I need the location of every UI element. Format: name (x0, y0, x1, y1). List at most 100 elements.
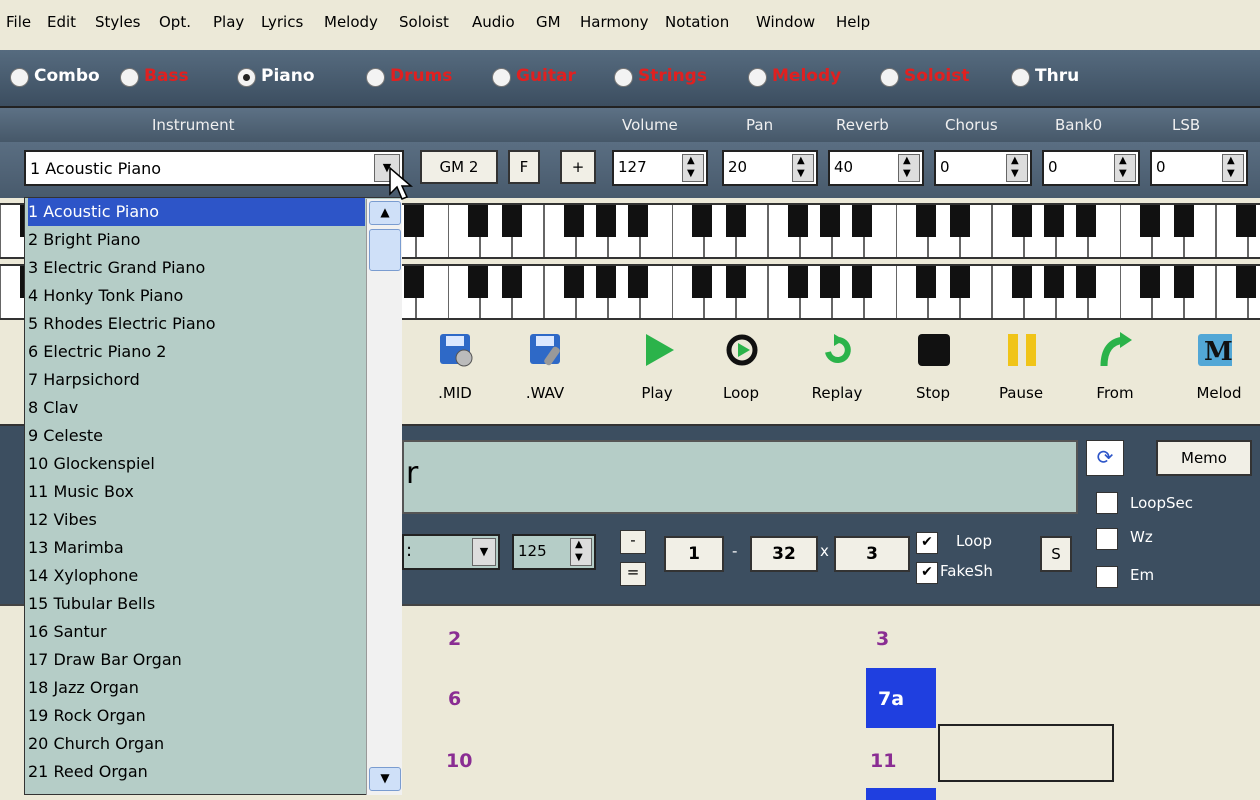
end-bar-button[interactable]: 32 (750, 536, 818, 572)
menu-melody[interactable]: Melody (324, 13, 378, 31)
loop-button[interactable]: Loop (706, 332, 776, 420)
tempo-minus-button[interactable]: - (620, 530, 646, 554)
list-item[interactable]: 5 Rhodes Electric Piano (28, 310, 365, 338)
menu-gm[interactable]: GM (536, 13, 561, 31)
list-item[interactable]: 21 Reed Organ (28, 758, 365, 786)
list-item[interactable]: 3 Electric Grand Piano (28, 254, 365, 282)
play-icon (646, 334, 674, 366)
em-checkbox[interactable] (1096, 566, 1118, 588)
list-item[interactable]: 7 Harpsichord (28, 366, 365, 394)
chorus-spinner[interactable]: 0 (934, 150, 1032, 186)
repeats-button[interactable]: 3 (834, 536, 910, 572)
save-mid-button[interactable]: .MID (420, 332, 490, 420)
pan-label: Pan (746, 116, 774, 134)
list-item[interactable]: 12 Vibes (28, 506, 365, 534)
refresh-icon[interactable]: ⟳ (1086, 440, 1124, 476)
loop-checkbox[interactable]: ✔ (916, 532, 938, 554)
pause-button[interactable]: Pause (986, 332, 1056, 420)
save-wav-button[interactable]: .WAV (510, 332, 580, 420)
list-item[interactable]: 11 Music Box (28, 478, 365, 506)
menu-audio[interactable]: Audio (472, 13, 515, 31)
chevron-up-icon[interactable]: ▲ (369, 201, 401, 225)
wz-label: Wz (1130, 528, 1153, 546)
spin-arrows-icon[interactable] (682, 154, 704, 182)
menu-window[interactable]: Window (756, 13, 815, 31)
current-cell-highlight[interactable] (938, 724, 1114, 782)
lsb-spinner[interactable]: 0 (1150, 150, 1248, 186)
replay-button[interactable]: Replay (802, 332, 872, 420)
mixer-header-row: Instrument Volume Pan Reverb Chorus Bank… (0, 108, 1260, 142)
instrument-label: Instrument (152, 116, 235, 134)
tempo-spinner[interactable]: 125 (512, 534, 596, 570)
instrument-combobox[interactable]: 1 Acoustic Piano ▼ (24, 150, 404, 186)
chevron-down-icon[interactable]: ▼ (472, 538, 496, 566)
bank0-spinner[interactable]: 0 (1042, 150, 1140, 186)
list-item[interactable]: 8 Clav (28, 394, 365, 422)
spin-arrows-icon[interactable] (792, 154, 814, 182)
f-button[interactable]: F (508, 150, 540, 184)
menu-help[interactable]: Help (836, 13, 870, 31)
part-marker (866, 788, 936, 800)
start-bar-button[interactable]: 1 (664, 536, 724, 572)
list-item[interactable]: 19 Rock Organ (28, 702, 365, 730)
list-item[interactable]: 13 Marimba (28, 534, 365, 562)
spin-arrows-icon[interactable] (1222, 154, 1244, 182)
style-combobox[interactable]: : ▼ (402, 534, 500, 570)
list-item[interactable]: 16 Santur (28, 618, 365, 646)
play-button[interactable]: Play (622, 332, 692, 420)
wz-checkbox[interactable] (1096, 528, 1118, 550)
fakesheet-checkbox[interactable]: ✔ (916, 562, 938, 584)
menu-styles[interactable]: Styles (95, 13, 141, 31)
list-item[interactable]: 6 Electric Piano 2 (28, 338, 365, 366)
bar-number: 10 (446, 750, 473, 772)
list-item[interactable]: 14 Xylophone (28, 562, 365, 590)
menu-lyrics[interactable]: Lyrics (261, 13, 303, 31)
tempo-reset-button[interactable]: = (620, 562, 646, 586)
list-item[interactable]: 20 Church Organ (28, 730, 365, 758)
memo-button[interactable]: Memo (1156, 440, 1252, 476)
list-item[interactable]: 15 Tubular Bells (28, 590, 365, 618)
lsb-label: LSB (1172, 116, 1201, 134)
gm2-button[interactable]: GM 2 (420, 150, 498, 184)
spin-arrows-icon[interactable] (898, 154, 920, 182)
menu-edit[interactable]: Edit (47, 13, 76, 31)
range-dash: - (732, 542, 738, 560)
list-item[interactable]: 1 Acoustic Piano (28, 198, 365, 226)
chevron-down-icon[interactable]: ▼ (369, 767, 401, 791)
menu-play[interactable]: Play (213, 13, 244, 31)
radio-selected-icon (237, 68, 256, 87)
loop-checkbox-label: Loop (956, 532, 992, 550)
pan-spinner[interactable]: 20 (722, 150, 818, 186)
list-item[interactable]: 9 Celeste (28, 422, 365, 450)
list-item[interactable]: 17 Draw Bar Organ (28, 646, 365, 674)
play-from-button[interactable]: From (1080, 332, 1150, 420)
menu-harmony[interactable]: Harmony (580, 13, 649, 31)
volume-spinner[interactable]: 127 (612, 150, 708, 186)
menu-notation[interactable]: Notation (665, 13, 729, 31)
bar-number: 6 (448, 688, 462, 710)
song-title-field[interactable]: r (402, 440, 1078, 514)
scroll-thumb[interactable] (369, 229, 401, 271)
loop-icon (726, 334, 758, 366)
menu-opt[interactable]: Opt. (159, 13, 191, 31)
loopsec-checkbox[interactable] (1096, 492, 1118, 514)
melodist-button[interactable]: M Melod (1178, 332, 1260, 420)
instrument-value: 1 Acoustic Piano (30, 159, 162, 178)
bar-number-part-marker: 7a (878, 688, 905, 710)
plus-button[interactable]: + (560, 150, 596, 184)
list-item[interactable]: 18 Jazz Organ (28, 674, 365, 702)
spin-arrows-icon[interactable] (1006, 154, 1028, 182)
list-item[interactable]: 4 Honky Tonk Piano (28, 282, 365, 310)
menu-soloist[interactable]: Soloist (399, 13, 449, 31)
reverb-spinner[interactable]: 40 (828, 150, 924, 186)
spin-arrows-icon[interactable] (1114, 154, 1136, 182)
list-item[interactable]: 2 Bright Piano (28, 226, 365, 254)
dropdown-scrollbar[interactable]: ▲ ▼ (366, 199, 402, 795)
list-item[interactable]: 10 Glockenspiel (28, 450, 365, 478)
s-button[interactable]: S (1040, 536, 1072, 572)
menu-file[interactable]: File (6, 13, 31, 31)
spin-arrows-icon[interactable] (570, 538, 592, 566)
bar-number: 2 (448, 628, 462, 650)
instrument-dropdown-list[interactable]: 1 Acoustic Piano 2 Bright Piano 3 Electr… (24, 197, 402, 795)
stop-button[interactable]: Stop (898, 332, 968, 420)
